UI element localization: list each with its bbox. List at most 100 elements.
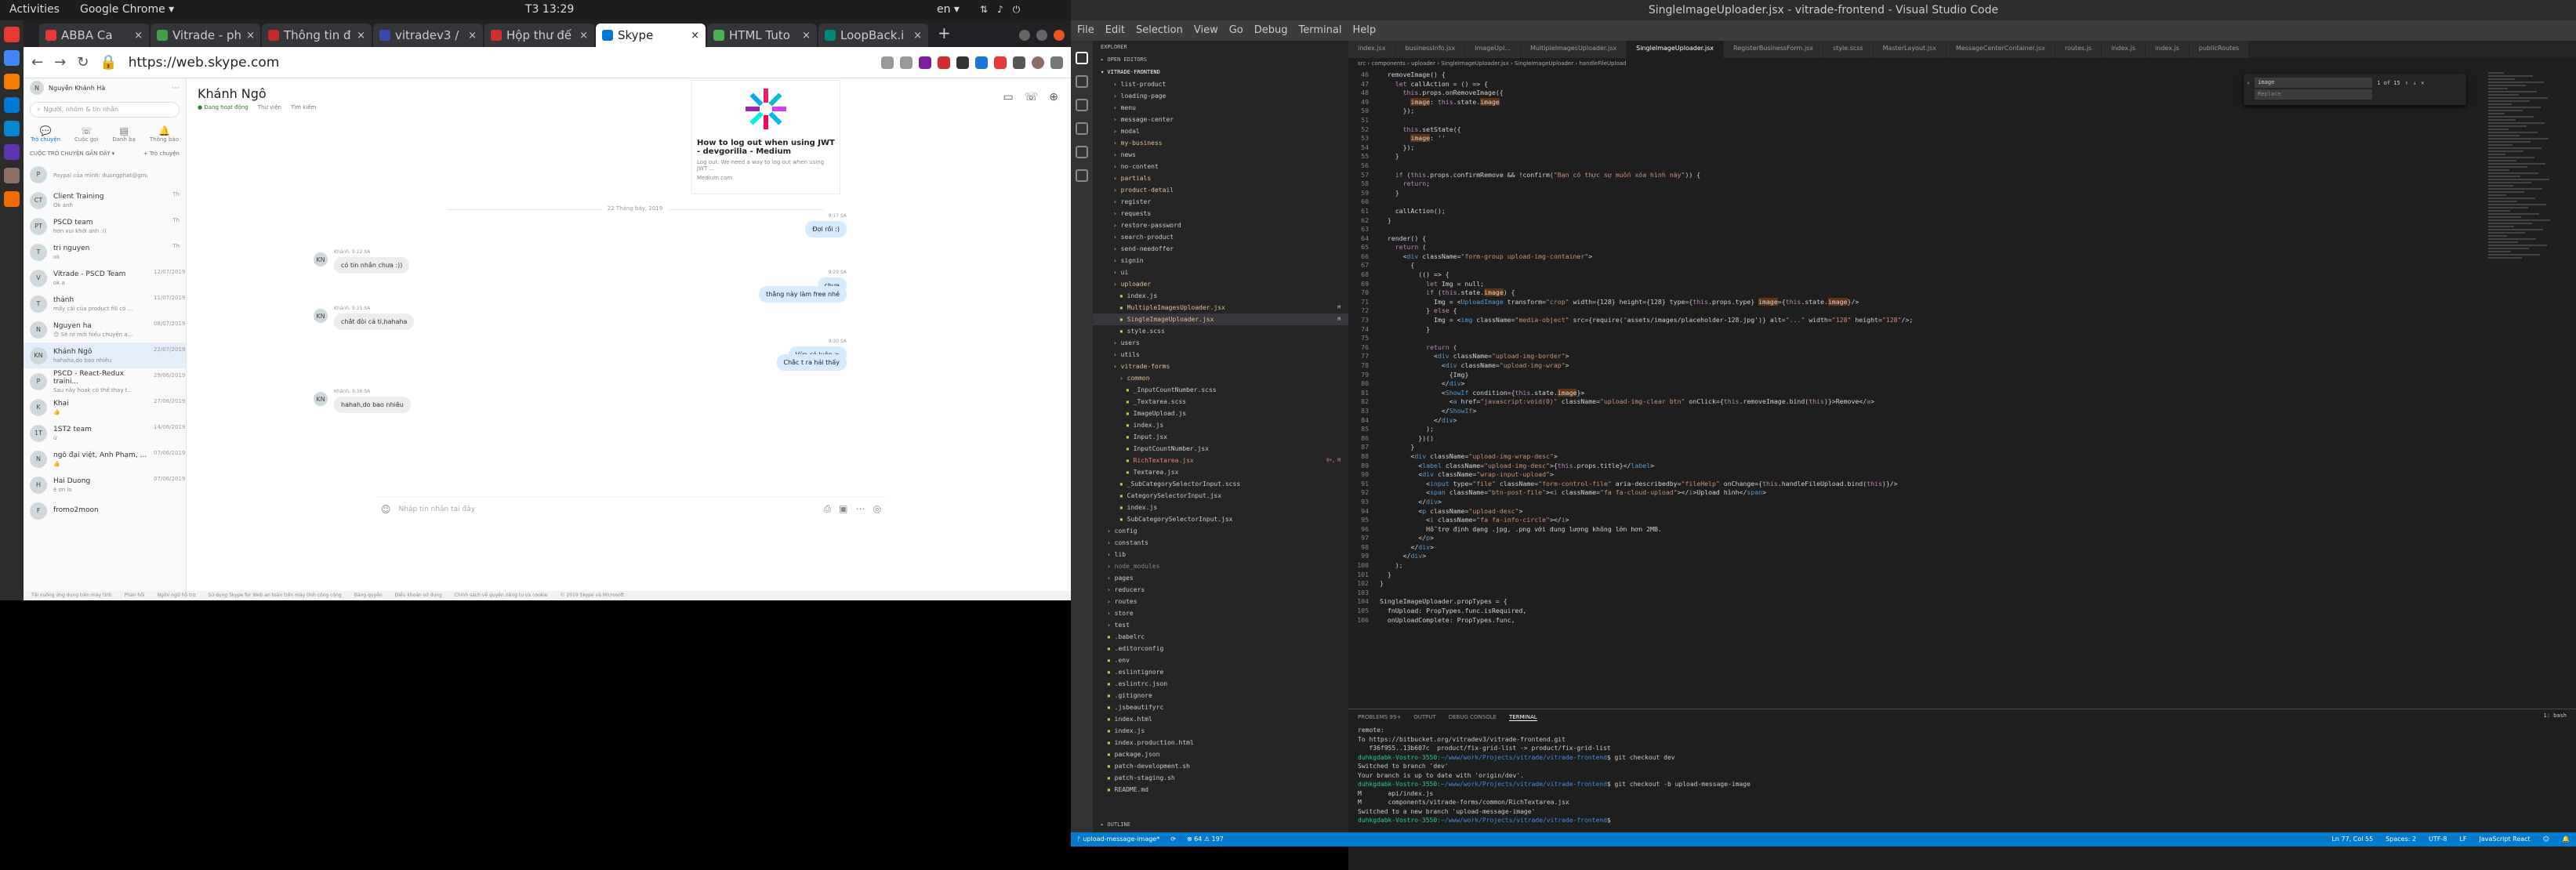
browser-tab[interactable]: Thông tin đ × (262, 24, 372, 47)
input-language[interactable]: en ▾ (937, 3, 960, 16)
search-icon[interactable] (1076, 75, 1088, 88)
video-call-icon[interactable]: ▭ (1003, 91, 1014, 103)
nav-item[interactable]: ☏ Cuộc gọi (74, 125, 98, 143)
message-input[interactable]: Nhập tin nhắn tại đây (399, 506, 476, 513)
previous-match-icon[interactable]: ↑ (2405, 80, 2408, 86)
status-item[interactable]: Ln 77, Col 55 (2331, 836, 2373, 843)
contact-item[interactable]: Tthảnh mấy cái của product fill có ... 11/… (24, 291, 186, 317)
file-item[interactable]: › test (1093, 619, 1348, 631)
project-root[interactable]: ▾ VITRADE-FRONTEND (1093, 66, 1348, 78)
contact-item[interactable]: Ffromo2moon (24, 498, 186, 524)
file-item[interactable]: ▪ .eslintrc.json (1093, 678, 1348, 690)
contact-item[interactable]: P Paypal của mình: duongphat@gma... (24, 161, 186, 187)
menu-item[interactable]: Go (1229, 24, 1243, 37)
breadcrumb[interactable]: src › components › uploader › SingleImag… (1348, 58, 2576, 71)
file-item[interactable]: ▪ _SubCategorySelectorInput.scss (1093, 478, 1348, 490)
file-item[interactable]: › ui (1093, 266, 1348, 278)
dock-chrome-icon[interactable] (4, 50, 20, 66)
contact-item[interactable]: KN Khánh Ngô hahaha,do bao nhiêu 22/07/2019 (24, 343, 186, 368)
activities-button[interactable]: Activities (9, 3, 60, 16)
editor-tab[interactable]: index.js (2145, 41, 2189, 58)
find-link[interactable]: Tìm kiếm (291, 104, 316, 111)
close-icon[interactable]: × (2421, 80, 2424, 86)
file-item[interactable]: ▪ ImageUpload.js (1093, 408, 1348, 419)
card-title[interactable]: How to log out when using JWT - devgoril… (692, 137, 840, 158)
address-bar[interactable]: https://web.skype.com (129, 55, 811, 71)
close-tab-icon[interactable]: × (246, 30, 255, 42)
editor-tab[interactable]: RegisterBusinessForm.jsx (1723, 41, 1823, 58)
file-item[interactable]: ▪ .babelrc (1093, 631, 1348, 643)
file-item[interactable]: ▪ .eslintignore (1093, 666, 1348, 678)
dock-files-icon[interactable] (4, 74, 20, 89)
file-item[interactable]: ▪ _InputCountNumber.scss (1093, 384, 1348, 396)
open-editors-section[interactable]: ▸ OPEN EDITORS (1093, 53, 1348, 66)
profile[interactable]: N Nguyễn Khánh Hà ⋯ (24, 78, 186, 97)
file-item[interactable]: ▪ index.production.html (1093, 737, 1348, 749)
file-item[interactable]: › lib (1093, 549, 1348, 560)
menu-item[interactable]: View (1194, 24, 1218, 37)
footer-link[interactable]: © 2019 Skype và Microsoft (561, 593, 625, 599)
file-item[interactable]: ▪ .editorconfig (1093, 643, 1348, 654)
file-item[interactable]: › requests (1093, 208, 1348, 219)
dock-skype-icon[interactable] (4, 97, 20, 113)
dock-app-icon[interactable] (4, 144, 20, 160)
contact-item[interactable]: P PSCD - React-Redux traini... Sau này hoa… (24, 368, 186, 394)
find-input[interactable]: image (2255, 78, 2373, 88)
file-item[interactable]: ▪ SingleImageUploader.jsx M (1093, 314, 1348, 325)
file-item[interactable]: › constants (1093, 537, 1348, 549)
editor-tab[interactable]: businessInfo.jsx (1395, 41, 1465, 58)
browser-tab[interactable]: Vitrade - ph × (151, 24, 260, 47)
file-item[interactable]: ▪ index.js (1093, 290, 1348, 302)
close-tab-icon[interactable]: × (134, 30, 143, 42)
menu-icon[interactable] (1050, 56, 1063, 69)
file-item[interactable]: › vitrade-forms (1093, 361, 1348, 372)
file-item[interactable]: › routes (1093, 596, 1348, 607)
nav-item[interactable]: ▤ Danh bạ (112, 125, 136, 143)
back-icon[interactable]: ← (31, 54, 43, 71)
audio-call-icon[interactable]: ☏ (1025, 91, 1039, 103)
file-item[interactable]: › pages (1093, 572, 1348, 584)
file-item[interactable]: › register (1093, 196, 1348, 208)
editor-tab[interactable]: routes.js (2055, 41, 2102, 58)
footer-link[interactable]: Chính sách về quyền riêng tư và cookie (455, 593, 548, 599)
message-bubble[interactable]: Đợi rồi :) (805, 221, 847, 237)
forward-icon[interactable]: → (54, 54, 66, 71)
status-item[interactable]: UTF-8 (2429, 836, 2447, 843)
menu-item[interactable]: Help (1352, 24, 1376, 37)
system-tray[interactable]: ⇅ ♪ ⏻ (980, 4, 1020, 16)
file-item[interactable]: ▪ index.html (1093, 713, 1348, 725)
link-preview-card[interactable]: How to log out when using JWT - devgoril… (691, 80, 840, 194)
file-item[interactable]: ▪ style.scss (1093, 325, 1348, 337)
footer-link[interactable]: Phản hồi (125, 593, 145, 599)
file-item[interactable]: › uploader (1093, 278, 1348, 290)
message-bubble[interactable]: chắt đòi cả tỉ,hahaha (334, 314, 415, 330)
file-item[interactable]: › node_modules (1093, 560, 1348, 572)
recent-label[interactable]: CUỘC TRÒ CHUYỆN GẦN ĐÂY ▾ (30, 150, 114, 157)
editor-tab[interactable]: publicRoutes (2189, 41, 2249, 58)
close-tab-icon[interactable]: × (579, 30, 588, 42)
menu-item[interactable]: Terminal (1299, 24, 1342, 37)
source-control-icon[interactable] (1076, 99, 1088, 111)
file-item[interactable]: ▪ index.js (1093, 502, 1348, 513)
file-item[interactable]: › message-center (1093, 114, 1348, 125)
file-item[interactable]: › my-business (1093, 137, 1348, 149)
contact-item[interactable]: K Khai 👍 27/06/2019 (24, 394, 186, 420)
contact-card-icon[interactable]: ▣ (839, 503, 847, 515)
minimize-button[interactable] (1019, 30, 1030, 41)
message-bubble[interactable]: có tin nhắn chưa :)) (334, 257, 410, 274)
terminal-select[interactable]: 1: bash (2543, 712, 2567, 719)
file-item[interactable]: ▪ Input.jsx (1093, 431, 1348, 443)
contact-item[interactable]: H Hai Duong ê ơn lo 07/06/2019 (24, 472, 186, 498)
file-item[interactable]: › send-needoffer (1093, 243, 1348, 255)
file-item[interactable]: › users (1093, 337, 1348, 349)
more-icon[interactable]: ⋯ (172, 84, 180, 92)
extension-icon[interactable] (956, 56, 969, 69)
replace-input[interactable]: Replace (2255, 89, 2372, 100)
contact-item[interactable]: PT PSCD team hơn xui khởi anh :((Th (24, 213, 186, 239)
panel-tab[interactable]: TERMINAL (1509, 714, 1537, 721)
message-bubble[interactable]: Chắc t ra hái thấy (776, 354, 847, 371)
add-person-icon[interactable]: ⊕ (1049, 91, 1058, 103)
file-item[interactable]: › product-detail (1093, 184, 1348, 196)
file-item[interactable]: › reducers (1093, 584, 1348, 596)
editor-tab[interactable]: index.jsx (1348, 41, 1395, 58)
